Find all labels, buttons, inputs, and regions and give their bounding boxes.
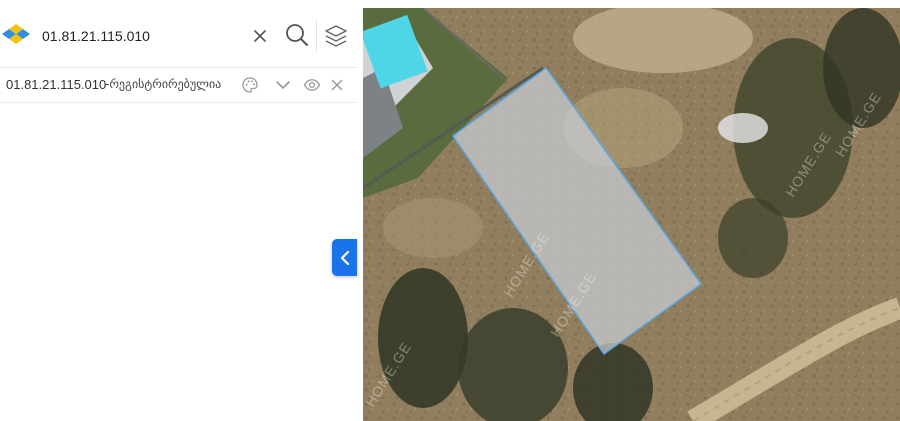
collapse-panel-button[interactable]: [332, 239, 357, 276]
chevron-left-icon: [340, 250, 349, 265]
logo-icon[interactable]: [0, 20, 32, 48]
map-top-strip: [360, 0, 900, 8]
cadastral-code: 01.81.21.115.010: [6, 77, 107, 92]
result-row[interactable]: 01.81.21.115.010 -რეგისტრირებულია: [0, 67, 358, 103]
expand-button[interactable]: [273, 75, 293, 95]
search-bar: [0, 12, 358, 60]
registration-status: -რეგისტრირებულია: [105, 77, 222, 91]
visibility-button[interactable]: [302, 75, 322, 95]
palette-button[interactable]: [240, 75, 260, 95]
map-imagery: HOME.GE HOME.GE HOME.GE HOME.GE HOME.GE: [363, 8, 900, 421]
satellite-map[interactable]: HOME.GE HOME.GE HOME.GE HOME.GE HOME.GE: [363, 8, 900, 421]
close-icon: [331, 79, 343, 91]
close-icon: [254, 30, 266, 42]
layers-icon: [325, 25, 347, 47]
chevron-down-icon: [276, 81, 290, 89]
search-icon: [286, 24, 308, 46]
palette-icon: [242, 77, 258, 93]
side-panel: 01.81.21.115.010 -რეგისტრირებულია: [0, 0, 360, 421]
search-input[interactable]: [38, 22, 246, 50]
layers-button[interactable]: [320, 20, 352, 52]
clear-search-button[interactable]: [248, 24, 272, 48]
eye-icon: [303, 79, 321, 91]
remove-result-button[interactable]: [327, 75, 347, 95]
divider: [316, 20, 317, 52]
search-button[interactable]: [282, 20, 312, 50]
